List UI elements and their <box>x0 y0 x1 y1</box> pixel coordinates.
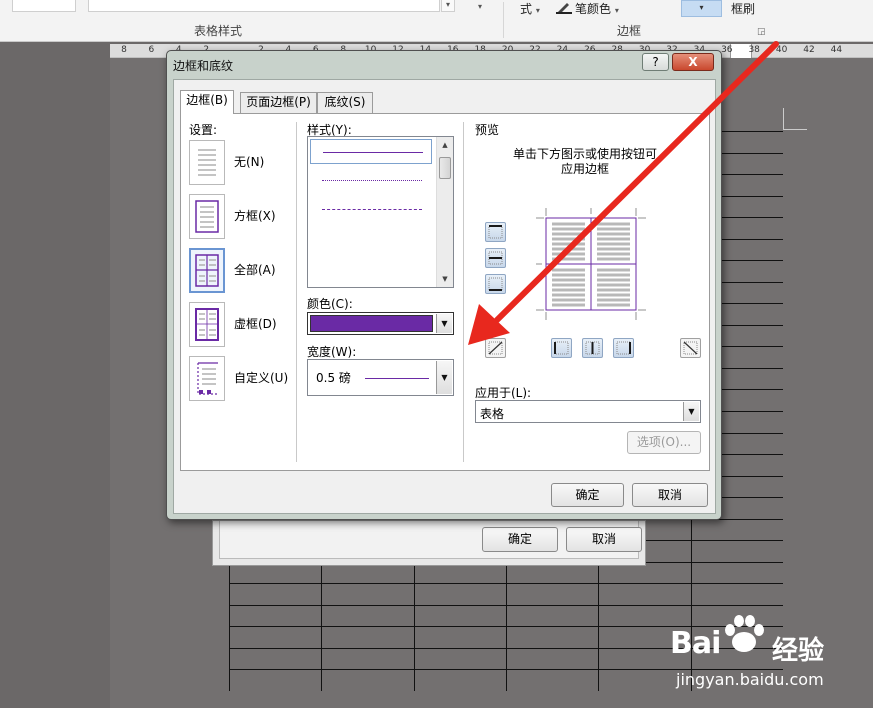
annotation-arrow <box>468 41 779 345</box>
watermark-brand-suffix: 经验 <box>772 636 825 666</box>
baidu-jingyan-watermark: Bai 经验 jingyan.baidu.com <box>668 612 868 704</box>
tab-borders[interactable]: 边框(B) <box>180 90 234 114</box>
watermark-url: jingyan.baidu.com <box>676 670 824 689</box>
watermark-brand: Bai <box>670 626 721 661</box>
paw-icon <box>725 615 764 652</box>
